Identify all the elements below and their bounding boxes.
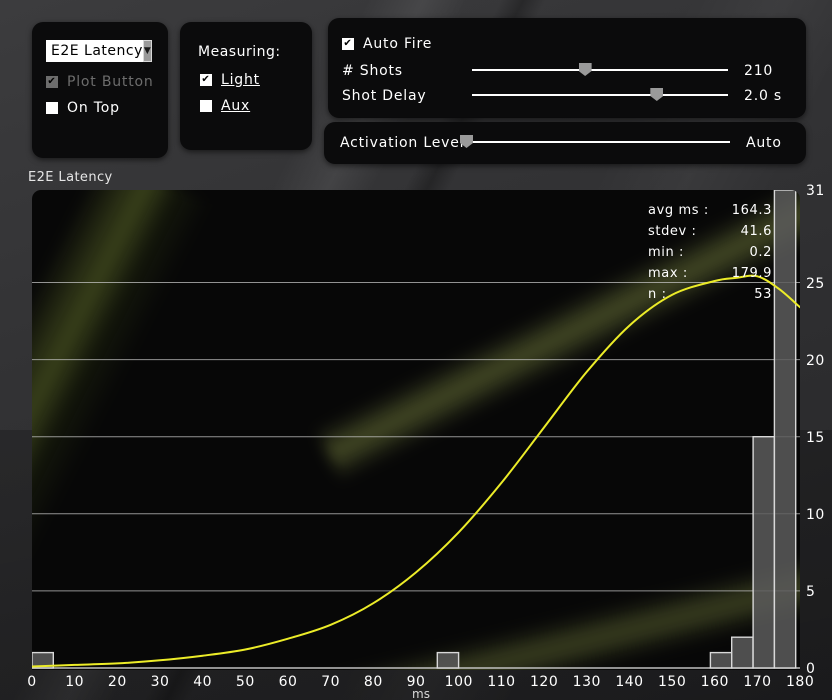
x-axis-tick-label: 10 bbox=[61, 674, 89, 690]
x-axis-tick-label: 40 bbox=[189, 674, 217, 690]
shot-delay-value: 2.0 s bbox=[744, 88, 782, 104]
plot-button-checkbox[interactable] bbox=[46, 76, 58, 88]
statistic-key: avg ms : bbox=[648, 203, 716, 218]
x-axis-tick-label: 130 bbox=[573, 674, 601, 690]
x-axis-tick-label: 20 bbox=[103, 674, 131, 690]
statistic-key: min : bbox=[648, 245, 716, 260]
x-axis-tick-label: 170 bbox=[743, 674, 771, 690]
shots-slider-thumb[interactable] bbox=[579, 63, 592, 76]
x-axis-tick-label: 60 bbox=[274, 674, 302, 690]
x-axis-tick-label: 100 bbox=[445, 674, 473, 690]
shot-delay-label: Shot Delay bbox=[342, 88, 426, 104]
activation-level-value: Auto bbox=[746, 135, 782, 151]
statistic-key: stdev : bbox=[648, 224, 716, 239]
activation-level-slider-track[interactable] bbox=[466, 141, 730, 143]
auto-fire-checkbox-row[interactable]: Auto Fire bbox=[342, 36, 432, 52]
app-window: E2E Latency ▼ Plot Button On Top Measuri… bbox=[0, 0, 832, 700]
light-label: Light bbox=[221, 72, 260, 88]
x-axis-tick-label: 110 bbox=[487, 674, 515, 690]
statistic-value: 53 bbox=[716, 287, 772, 302]
y-axis-tick-label: 15 bbox=[806, 430, 825, 446]
shots-label: # Shots bbox=[342, 63, 403, 79]
chevron-down-icon[interactable]: ▼ bbox=[143, 40, 152, 62]
on-top-checkbox-row[interactable]: On Top bbox=[46, 100, 120, 116]
histogram-bar bbox=[437, 653, 458, 668]
statistic-key: max : bbox=[648, 266, 716, 281]
shots-slider-track[interactable] bbox=[472, 69, 728, 71]
light-checkbox-row[interactable]: Light bbox=[200, 72, 260, 88]
on-top-label: On Top bbox=[67, 100, 120, 116]
statistic-row: min :0.2 bbox=[648, 242, 772, 263]
on-top-checkbox[interactable] bbox=[46, 102, 58, 114]
statistic-value: 41.6 bbox=[716, 224, 772, 239]
shot-delay-slider-thumb[interactable] bbox=[650, 88, 663, 101]
x-axis-tick-label: 140 bbox=[615, 674, 643, 690]
statistic-row: max :179.9 bbox=[648, 263, 772, 284]
histogram-bar bbox=[774, 190, 795, 668]
y-axis-tick-label: 25 bbox=[806, 276, 825, 292]
x-axis-tick-label: 150 bbox=[658, 674, 686, 690]
x-axis-tick-label: 80 bbox=[359, 674, 387, 690]
auto-fire-label: Auto Fire bbox=[363, 36, 432, 52]
statistic-key: n : bbox=[648, 287, 716, 302]
fire-panel: Auto Fire # Shots 210 Shot Delay 2.0 s bbox=[328, 18, 806, 118]
activation-panel: Activation Level Auto bbox=[324, 122, 806, 164]
histogram-bar bbox=[710, 653, 731, 668]
plot-button-checkbox-row[interactable]: Plot Button bbox=[46, 74, 154, 90]
shot-delay-slider[interactable] bbox=[472, 88, 728, 102]
auto-fire-checkbox[interactable] bbox=[342, 38, 354, 50]
histogram-bar bbox=[732, 637, 753, 668]
x-axis-tick-label: 0 bbox=[18, 674, 46, 690]
statistic-value: 164.3 bbox=[716, 203, 772, 218]
x-axis-tick-label: 160 bbox=[701, 674, 729, 690]
statistic-row: stdev :41.6 bbox=[648, 221, 772, 242]
statistic-value: 0.2 bbox=[716, 245, 772, 260]
activation-level-label: Activation Level bbox=[340, 135, 464, 151]
y-axis-tick-label: 0 bbox=[806, 661, 815, 677]
aux-label: Aux bbox=[221, 98, 250, 114]
statistic-row: n :53 bbox=[648, 284, 772, 305]
aux-checkbox[interactable] bbox=[200, 100, 212, 112]
histogram-bar bbox=[753, 437, 774, 668]
light-checkbox[interactable] bbox=[200, 74, 212, 86]
x-axis-tick-label: 70 bbox=[317, 674, 345, 690]
statistics-panel: avg ms :164.3stdev :41.6min :0.2max :179… bbox=[648, 200, 772, 305]
activation-level-slider[interactable] bbox=[466, 135, 730, 149]
source-dropdown[interactable]: E2E Latency ▼ bbox=[46, 40, 152, 62]
y-axis-tick-label: 5 bbox=[806, 584, 815, 600]
plot-button-label: Plot Button bbox=[67, 74, 154, 90]
x-axis-tick-label: 120 bbox=[530, 674, 558, 690]
x-axis-tick-label: 50 bbox=[231, 674, 259, 690]
y-axis-tick-label: 20 bbox=[806, 353, 825, 369]
measuring-panel: Measuring: Light Aux bbox=[180, 22, 312, 150]
source-dropdown-value: E2E Latency bbox=[46, 43, 143, 59]
aux-checkbox-row[interactable]: Aux bbox=[200, 98, 250, 114]
plot-caption: E2E Latency bbox=[28, 170, 113, 185]
y-axis-tick-label: 31 bbox=[806, 183, 825, 199]
x-axis-unit: ms bbox=[412, 687, 430, 700]
measuring-heading: Measuring: bbox=[198, 44, 281, 60]
statistic-row: avg ms :164.3 bbox=[648, 200, 772, 221]
shots-slider[interactable] bbox=[472, 63, 728, 77]
cumulative-curve bbox=[32, 276, 800, 667]
statistic-value: 179.9 bbox=[716, 266, 772, 281]
shots-value: 210 bbox=[744, 63, 773, 79]
x-axis-tick-label: 30 bbox=[146, 674, 174, 690]
source-panel: E2E Latency ▼ Plot Button On Top bbox=[32, 22, 168, 158]
shot-delay-slider-track[interactable] bbox=[472, 94, 728, 96]
y-axis-tick-label: 10 bbox=[806, 507, 825, 523]
